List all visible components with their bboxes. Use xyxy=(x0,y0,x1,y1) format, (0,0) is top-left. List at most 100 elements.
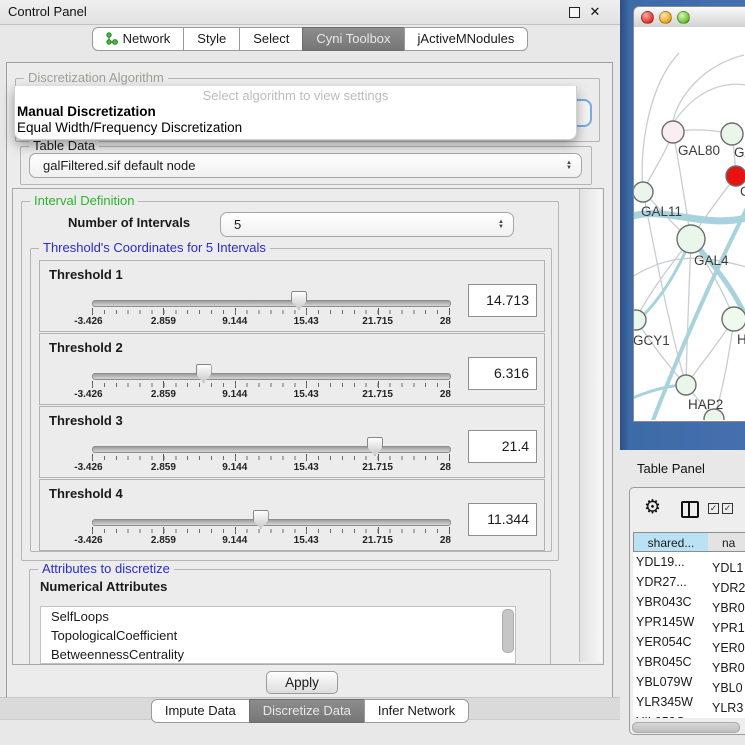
table-panel: shared... na YDL19...YDL1 YDR27...YDR2 Y… xyxy=(629,487,745,735)
group-title: Table Data xyxy=(29,138,99,153)
table-row[interactable]: YLR345WYLR3 xyxy=(633,692,745,712)
tab-network[interactable]: Network xyxy=(92,27,185,51)
control-panel-titlebar: Control Panel xyxy=(0,0,620,25)
control-panel: Control Panel Network Style Select Cyni … xyxy=(0,0,620,745)
number-of-intervals-label: Number of Intervals xyxy=(68,215,190,230)
group-title: Threshold's Coordinates for 5 Intervals xyxy=(39,240,270,255)
minor-ticks xyxy=(92,456,449,460)
checkbox-select-all-icon[interactable] xyxy=(708,503,719,514)
threshold-2-value-field[interactable]: 6.316 xyxy=(468,357,537,390)
table-data-group: Table Data galFiltered.sif default node xyxy=(20,146,592,185)
threshold-3-slider-thumb[interactable] xyxy=(367,437,383,456)
list-scrollbar-thumb[interactable] xyxy=(502,609,514,653)
minor-ticks xyxy=(92,383,449,387)
columns-icon[interactable] xyxy=(681,501,699,518)
node-hap2 xyxy=(676,375,696,395)
horizontal-scrollbar-thumb[interactable] xyxy=(632,722,740,733)
svg-text:HAP2: HAP2 xyxy=(688,397,723,412)
numerical-attributes-label: Numerical Attributes xyxy=(40,579,167,594)
dropdown-placeholder: Select algorithm to view settings xyxy=(15,88,576,103)
tab-infer-network[interactable]: Infer Network xyxy=(364,699,469,723)
svg-text:GAL80: GAL80 xyxy=(678,143,720,158)
apply-button[interactable]: Apply xyxy=(266,671,338,694)
threshold-4-slider-thumb[interactable] xyxy=(253,510,269,529)
table-row[interactable]: YBL079WYBL0 xyxy=(633,672,745,692)
column-header-name[interactable]: na xyxy=(708,532,745,552)
list-item[interactable]: SelfLoops xyxy=(41,607,515,626)
tick-labels: -3.4262.8599.144 15.4321.71528 xyxy=(92,316,449,328)
tab-style[interactable]: Style xyxy=(183,27,240,51)
network-window-titlebar[interactable] xyxy=(634,7,745,28)
combobox-stepper-icon xyxy=(498,213,504,236)
network-tree-icon xyxy=(106,30,118,43)
list-item[interactable]: TopologicalCoefficient xyxy=(41,626,515,645)
tick-labels: -3.4262.8599.144 15.4321.71528 xyxy=(92,462,449,474)
threshold-1-box: Threshold 1 -3.4262.8599.144 15.4321.715… xyxy=(39,260,545,332)
node-gal4 xyxy=(677,225,705,253)
gear-icon[interactable] xyxy=(644,496,661,519)
interval-definition-group: Interval Definition Number of Intervals … xyxy=(21,201,559,561)
table-row[interactable]: YDL19...YDL1 xyxy=(633,552,745,572)
close-traffic-light[interactable] xyxy=(641,11,654,24)
thresholds-group: Threshold's Coordinates for 5 Intervals … xyxy=(30,248,552,552)
threshold-label: Threshold 2 xyxy=(49,340,123,355)
table-row[interactable]: YDR27...YDR2 xyxy=(633,572,745,592)
node-right xyxy=(722,307,745,331)
column-header-shared-name[interactable]: shared... xyxy=(633,532,709,552)
group-title: Interval Definition xyxy=(30,193,138,208)
app-root: Control Panel Network Style Select Cyni … xyxy=(0,0,745,745)
top-tab-bar: Network Style Select Cyni Toolbox jActiv… xyxy=(0,27,620,52)
threshold-3-box: Threshold 3 -3.4262.8599.144 15.4321.715… xyxy=(39,406,545,478)
table-row[interactable]: YIL052CYIL0 xyxy=(633,712,745,718)
panel-title: Control Panel xyxy=(8,0,87,24)
threshold-4-box: Threshold 4 -3.4262.8599.144 15.4321.715… xyxy=(39,479,545,551)
group-title: Discretization Algorithm xyxy=(24,70,168,85)
scrollbar-track[interactable] xyxy=(579,189,602,662)
node-red-selected xyxy=(726,166,745,186)
minor-ticks xyxy=(92,529,449,533)
network-canvas[interactable]: GAL80 GA C GAL11 GAL4 GCY1 H HAP2 xyxy=(634,27,745,420)
algorithm-dropdown-popup: Select algorithm to view settings Manual… xyxy=(14,86,577,140)
dropdown-option-equal-width[interactable]: Equal Width/Frequency Discretization xyxy=(17,120,242,135)
tab-impute-data[interactable]: Impute Data xyxy=(151,699,250,723)
combobox-stepper-icon xyxy=(566,154,572,177)
tab-discretize-data[interactable]: Discretize Data xyxy=(249,699,365,723)
dropdown-option-manual-discretization[interactable]: Manual Discretization xyxy=(17,104,156,119)
float-window-icon[interactable] xyxy=(569,7,580,18)
table-row[interactable]: YER054CYER0 xyxy=(633,632,745,652)
minimize-traffic-light[interactable] xyxy=(659,11,672,24)
threshold-3-value-field[interactable]: 21.4 xyxy=(468,430,537,463)
table-row[interactable]: YBR043CYBR0 xyxy=(633,592,745,612)
node-gal11 xyxy=(634,182,653,202)
threshold-4-value-field[interactable]: 11.344 xyxy=(468,503,537,536)
svg-text:GAL4: GAL4 xyxy=(694,253,729,268)
threshold-label: Threshold 1 xyxy=(49,267,123,282)
svg-text:H: H xyxy=(737,332,745,347)
number-of-intervals-combobox[interactable]: 5 xyxy=(220,212,514,237)
tick-labels: -3.4262.8599.144 15.4321.71528 xyxy=(92,389,449,401)
checkbox-select-none-icon[interactable] xyxy=(722,503,733,514)
table-data-combobox[interactable]: galFiltered.sif default node xyxy=(29,153,582,178)
threshold-2-box: Threshold 2 -3.4262.8599.144 15.4321.715… xyxy=(39,333,545,405)
table-panel-title: Table Panel xyxy=(637,461,705,476)
threshold-1-value-field[interactable]: 14.713 xyxy=(468,284,537,317)
threshold-label: Threshold 4 xyxy=(49,486,123,501)
svg-text:C: C xyxy=(740,184,745,199)
zoom-traffic-light[interactable] xyxy=(677,11,690,24)
tab-cyni-toolbox[interactable]: Cyni Toolbox xyxy=(302,27,404,51)
node-gal80 xyxy=(662,121,684,143)
threshold-1-slider-thumb[interactable] xyxy=(291,291,307,310)
threshold-2-slider-thumb[interactable] xyxy=(196,364,212,383)
svg-text:GA: GA xyxy=(734,145,745,160)
combobox-value: 5 xyxy=(234,213,487,236)
settings-scrollpane: Interval Definition Number of Intervals … xyxy=(12,188,604,665)
attributes-group: Attributes to discretize Numerical Attri… xyxy=(29,569,551,665)
table-row[interactable]: YPR145WYPR1 xyxy=(633,612,745,632)
tab-select[interactable]: Select xyxy=(239,27,303,51)
list-item[interactable]: BetweennessCentrality xyxy=(41,645,515,664)
node-top-right xyxy=(721,123,743,145)
tab-jactivemnodules[interactable]: jActiveMNodules xyxy=(404,27,529,51)
close-icon[interactable] xyxy=(587,4,603,20)
table-row[interactable]: YBR045CYBR0 xyxy=(633,652,745,672)
tick-labels: -3.4262.8599.144 15.4321.71528 xyxy=(92,535,449,547)
